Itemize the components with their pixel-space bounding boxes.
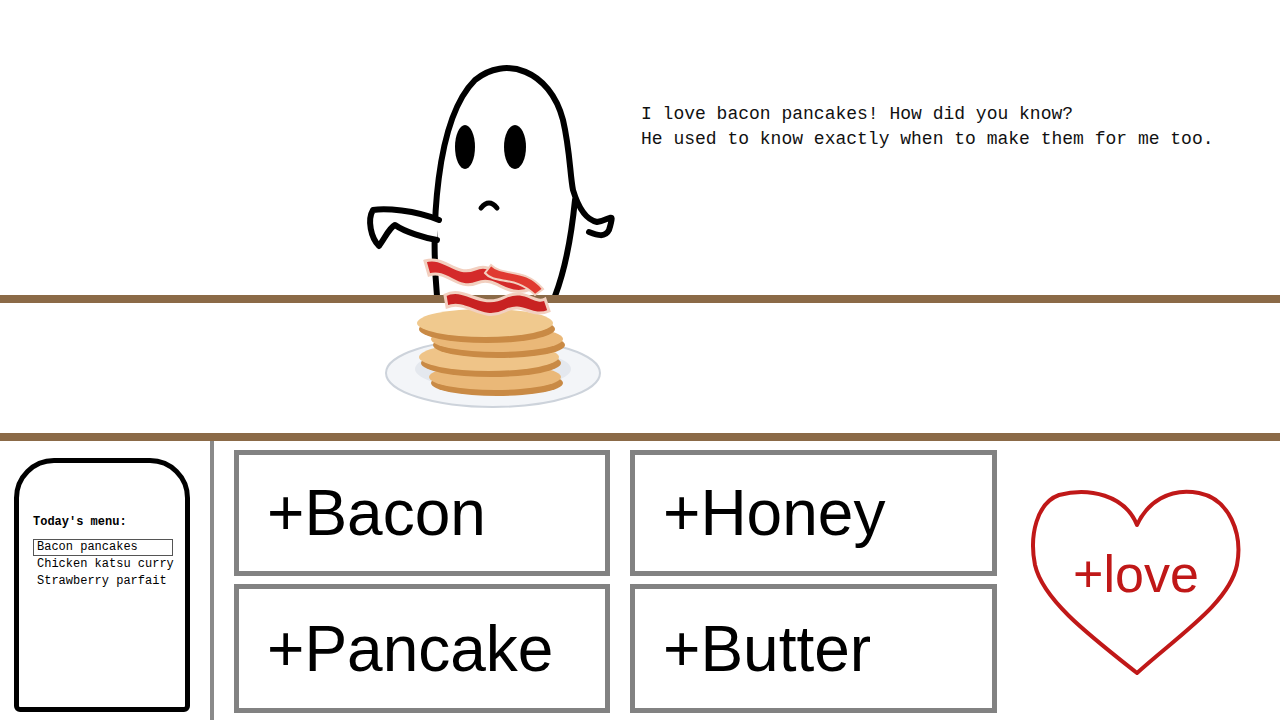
control-panel: Today's menu: Bacon pancakesChicken kats… <box>0 441 1280 720</box>
ingredient-button[interactable]: +Pancake <box>234 584 610 713</box>
ingredient-button[interactable]: +Bacon <box>234 450 610 576</box>
ghost-icon <box>365 60 620 296</box>
dialogue-line: He used to know exactly when to make the… <box>641 127 1214 152</box>
dialogue-line: I love bacon pancakes! How did you know? <box>641 102 1214 127</box>
counter-base <box>0 433 1280 441</box>
ingredient-buttons: +Bacon+Honey+Pancake+Butter <box>234 450 997 713</box>
counter-edge <box>0 295 1280 303</box>
counter <box>0 303 1280 433</box>
scene: I love bacon pancakes! How did you know?… <box>0 0 1280 295</box>
dialogue-text: I love bacon pancakes! How did you know?… <box>641 102 1214 152</box>
ingredient-button[interactable]: +Honey <box>630 450 997 576</box>
game-screen: I love bacon pancakes! How did you know?… <box>0 0 1280 720</box>
love-button[interactable]: +love <box>1029 485 1243 679</box>
stage: I love bacon pancakes! How did you know?… <box>0 0 1280 441</box>
bacon-pancakes-icon <box>385 255 605 411</box>
menu-board: Today's menu: Bacon pancakesChicken kats… <box>14 458 190 712</box>
divider <box>210 441 214 720</box>
menu-item[interactable]: Bacon pancakes <box>33 539 173 556</box>
love-label: +love <box>1073 544 1199 604</box>
ingredient-button[interactable]: +Butter <box>630 584 997 713</box>
menu-item[interactable]: Chicken katsu curry <box>33 556 173 573</box>
menu-title: Today's menu: <box>33 515 173 529</box>
menu-item[interactable]: Strawberry parfait <box>33 573 173 590</box>
